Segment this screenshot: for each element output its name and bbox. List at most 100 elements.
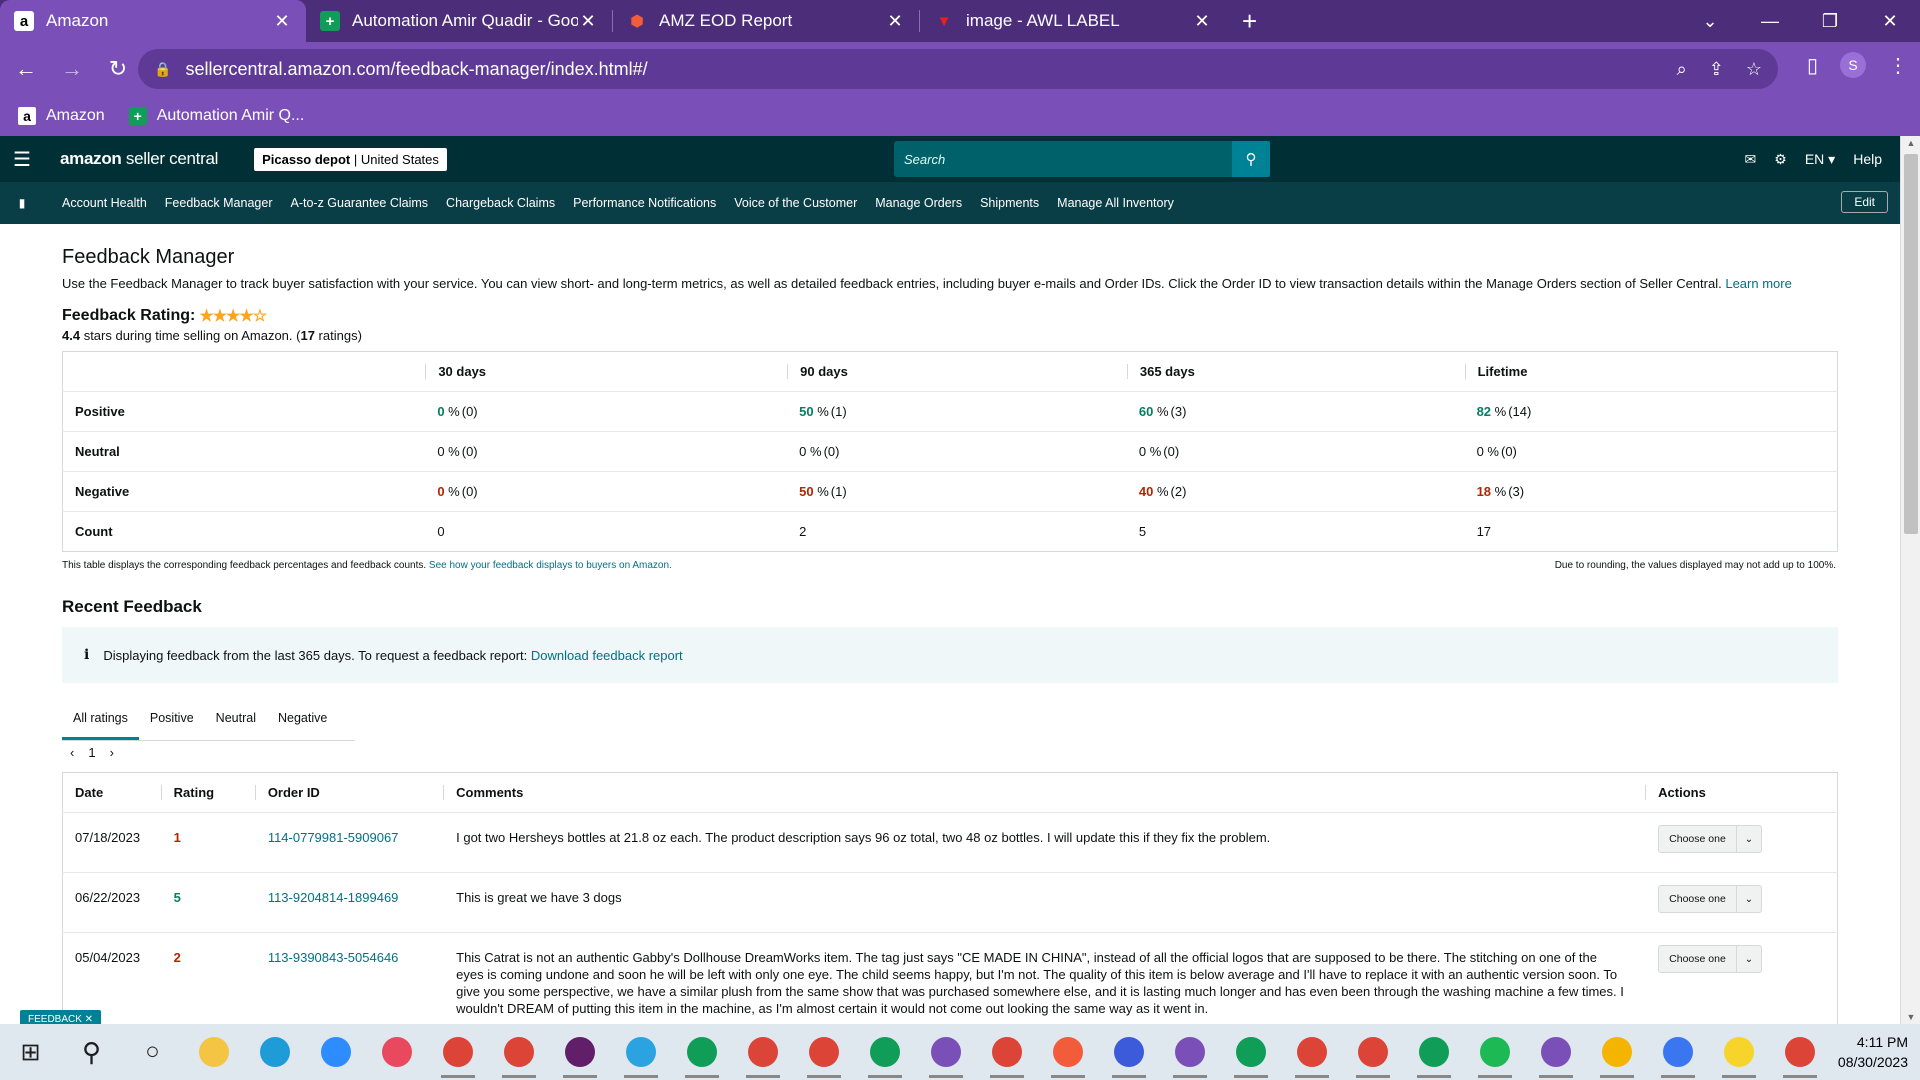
profile-avatar[interactable]: S — [1840, 52, 1866, 78]
scroll-down-icon[interactable]: ▼ — [1901, 1012, 1920, 1022]
bookmark-item[interactable]: a Amazon — [18, 107, 105, 125]
browser-tab[interactable]: a Amazon ✕ — [0, 0, 306, 42]
chrome-icon[interactable] — [854, 1024, 915, 1080]
chrome-icon[interactable] — [1098, 1024, 1159, 1080]
chrome-icon[interactable] — [671, 1024, 732, 1080]
minimize-button[interactable]: — — [1740, 11, 1800, 32]
forward-icon[interactable]: → — [52, 56, 92, 82]
hamburger-menu-icon[interactable]: ☰ — [0, 147, 44, 172]
chrome-icon[interactable] — [1281, 1024, 1342, 1080]
current-page[interactable]: 1 — [88, 745, 95, 760]
slack-icon[interactable] — [549, 1024, 610, 1080]
back-icon[interactable]: ← — [6, 56, 46, 82]
chrome-icon[interactable] — [1403, 1024, 1464, 1080]
system-clock[interactable]: 4:11 PM 08/30/2023 — [1838, 1032, 1908, 1072]
gear-icon[interactable]: ⚙ — [1774, 151, 1787, 168]
file-explorer-icon[interactable] — [183, 1024, 244, 1080]
nav-item[interactable]: A-to-z Guarantee Claims — [290, 196, 428, 210]
nav-item[interactable]: Shipments — [980, 196, 1039, 210]
chrome-icon[interactable] — [793, 1024, 854, 1080]
language-selector[interactable]: EN ▾ — [1805, 151, 1835, 168]
new-tab-button[interactable]: + — [1226, 0, 1273, 42]
order-id-link[interactable]: 113-9204814-1899469 — [268, 890, 399, 905]
download-report-link[interactable]: Download feedback report — [531, 648, 683, 663]
metrics-cell: 0 % (0) — [424, 471, 787, 512]
snipping-tool-icon[interactable] — [366, 1024, 427, 1080]
scroll-thumb[interactable] — [1904, 154, 1918, 534]
choose-action-dropdown[interactable]: Choose one ⌄ — [1658, 945, 1763, 973]
nav-item[interactable]: Performance Notifications — [573, 196, 716, 210]
filter-tab[interactable]: Negative — [267, 703, 338, 740]
zoom-icon[interactable] — [305, 1024, 366, 1080]
help-link[interactable]: Help — [1853, 151, 1882, 167]
reload-icon[interactable]: ↻ — [98, 56, 138, 82]
side-panel-icon[interactable]: ▯ — [1807, 53, 1818, 78]
scroll-up-icon[interactable]: ▲ — [1901, 138, 1920, 148]
browser-tab[interactable]: ▼ image - AWL LABEL ✕ — [920, 0, 1226, 42]
bookmark-icon[interactable]: ▮ — [0, 196, 44, 210]
share-icon[interactable]: ⇪ — [1709, 59, 1724, 80]
nav-item[interactable]: Manage Orders — [875, 196, 962, 210]
chrome-icon[interactable] — [1159, 1024, 1220, 1080]
tab-close-icon[interactable]: ✕ — [885, 11, 905, 32]
choose-action-dropdown[interactable]: Choose one ⌄ — [1658, 885, 1763, 913]
edit-nav-button[interactable]: Edit — [1841, 191, 1888, 213]
nav-item[interactable]: Manage All Inventory — [1057, 196, 1174, 210]
tab-close-icon[interactable]: ✕ — [272, 11, 292, 32]
nav-item[interactable]: Account Health — [62, 196, 147, 210]
next-page-icon[interactable]: › — [110, 745, 114, 760]
tab-close-icon[interactable]: ✕ — [1192, 11, 1212, 32]
chrome-icon[interactable] — [427, 1024, 488, 1080]
sticky-notes-icon[interactable] — [1708, 1024, 1769, 1080]
chrome-icon[interactable] — [1769, 1024, 1830, 1080]
signal-icon[interactable] — [1647, 1024, 1708, 1080]
chrome-icon[interactable] — [488, 1024, 549, 1080]
bookmark-star-icon[interactable]: ☆ — [1746, 59, 1762, 80]
chrome-icon[interactable] — [1037, 1024, 1098, 1080]
lock-icon[interactable]: 🔒 — [154, 61, 171, 78]
footnote-text: This table displays the corresponding fe… — [62, 560, 427, 571]
filter-tab[interactable]: All ratings — [62, 703, 139, 740]
tab-close-icon[interactable]: ✕ — [578, 11, 598, 32]
zoom-icon[interactable]: ⌕ — [1677, 59, 1687, 80]
browser-tab[interactable]: ⬢ AMZ EOD Report ✕ — [613, 0, 919, 42]
filter-tab[interactable]: Positive — [139, 703, 205, 740]
buyer-display-link[interactable]: See how your feedback displays to buyers… — [429, 560, 672, 571]
edge-icon[interactable] — [244, 1024, 305, 1080]
windows-start-icon[interactable]: ⊞ — [0, 1024, 61, 1080]
browser-tab[interactable]: + Automation Amir Quadir - Googl ✕ — [306, 0, 612, 42]
address-bar[interactable]: 🔒 sellercentral.amazon.com/feedback-mana… — [138, 49, 1778, 89]
task-view-icon[interactable]: ○ — [122, 1024, 183, 1080]
learn-more-link[interactable]: Learn more — [1725, 276, 1791, 291]
chrome-icon[interactable] — [1342, 1024, 1403, 1080]
order-id-link[interactable]: 114-0779981-5909067 — [268, 830, 399, 845]
tab-search-icon[interactable]: ⌄ — [1680, 11, 1740, 32]
chrome-icon[interactable] — [732, 1024, 793, 1080]
seller-central-logo[interactable]: amazon seller central — [60, 149, 218, 169]
nav-item[interactable]: Voice of the Customer — [734, 196, 857, 210]
bookmark-item[interactable]: + Automation Amir Q... — [128, 107, 304, 125]
prev-page-icon[interactable]: ‹ — [70, 745, 74, 760]
nav-item[interactable]: Feedback Manager — [165, 196, 273, 210]
close-window-button[interactable]: ✕ — [1860, 11, 1920, 32]
chrome-icon[interactable] — [1525, 1024, 1586, 1080]
chrome-icon[interactable] — [976, 1024, 1037, 1080]
nav-item[interactable]: Chargeback Claims — [446, 196, 555, 210]
telegram-icon[interactable] — [610, 1024, 671, 1080]
store-selector[interactable]: Picasso depot | United States — [254, 147, 447, 171]
choose-action-dropdown[interactable]: Choose one ⌄ — [1658, 825, 1763, 853]
app-glyph-icon — [625, 1037, 656, 1067]
restore-button[interactable]: ❐ — [1800, 11, 1860, 32]
order-id-link[interactable]: 113-9390843-5054646 — [268, 950, 399, 965]
mail-icon[interactable]: ✉ — [1745, 151, 1757, 168]
chrome-icon[interactable] — [915, 1024, 976, 1080]
search-button[interactable]: ⚲ — [1232, 141, 1270, 177]
search-input[interactable]: Search — [894, 141, 1270, 177]
chrome-icon[interactable] — [1586, 1024, 1647, 1080]
page-scrollbar[interactable]: ▲ ▼ — [1900, 136, 1920, 1024]
search-icon[interactable]: ⚲ — [61, 1024, 122, 1080]
filter-tab[interactable]: Neutral — [205, 703, 267, 740]
menu-kebab-icon[interactable]: ⋮ — [1888, 53, 1908, 78]
spotify-icon[interactable] — [1464, 1024, 1525, 1080]
chrome-icon[interactable] — [1220, 1024, 1281, 1080]
